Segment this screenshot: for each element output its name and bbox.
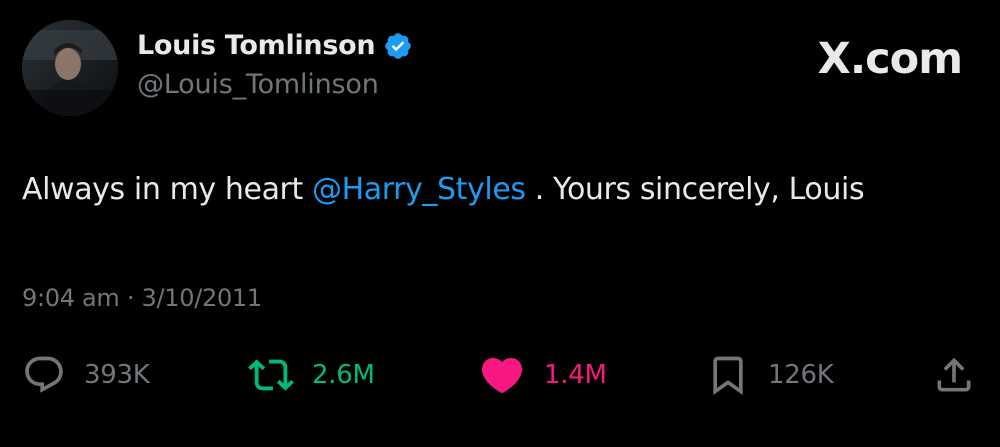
retweet-button[interactable]: 2.6M — [248, 352, 375, 398]
author-name-row[interactable]: Louis Tomlinson — [137, 30, 413, 61]
reply-button[interactable]: 393K — [22, 352, 150, 398]
share-icon — [937, 357, 971, 392]
like-button[interactable]: 1.4M — [478, 352, 607, 398]
author-handle[interactable]: @Louis_Tomlinson — [137, 69, 379, 100]
x-logo: X.com — [817, 34, 963, 84]
retweet-icon — [248, 359, 294, 391]
mention-link[interactable]: @Harry_Styles — [312, 172, 526, 207]
avatar[interactable] — [22, 20, 118, 116]
tweet-text-before: Always in my heart — [22, 172, 312, 207]
author-display-name[interactable]: Louis Tomlinson — [137, 30, 376, 61]
reply-count: 393K — [84, 360, 150, 390]
bookmark-count: 126K — [768, 360, 834, 390]
share-button[interactable] — [932, 352, 976, 398]
tweet-text: Always in my heart @Harry_Styles . Yours… — [22, 172, 865, 207]
avatar-image — [22, 20, 118, 116]
heart-icon — [481, 358, 523, 394]
verified-badge-icon — [383, 31, 413, 61]
tweet-text-after: . Yours sincerely, Louis — [525, 172, 865, 207]
tweet-card: Louis Tomlinson @Louis_Tomlinson X.com A… — [0, 0, 1000, 447]
like-count: 1.4M — [544, 360, 607, 390]
reply-icon — [25, 356, 63, 393]
retweet-count: 2.6M — [312, 360, 375, 390]
bookmark-button[interactable]: 126K — [706, 352, 834, 398]
bookmark-icon — [713, 356, 743, 396]
tweet-timestamp[interactable]: 9:04 am · 3/10/2011 — [22, 284, 262, 312]
